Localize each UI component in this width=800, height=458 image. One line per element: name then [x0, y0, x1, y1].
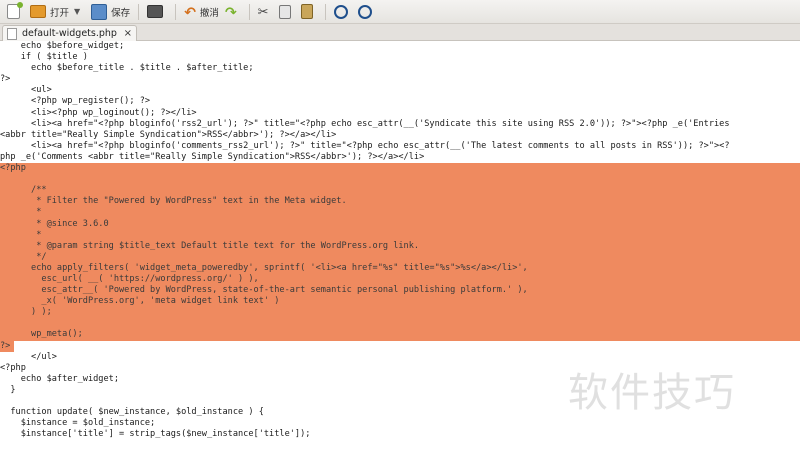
open-label: 打开 [50, 7, 70, 19]
code-line-selected: /** [0, 185, 800, 197]
magnifier-icon [333, 4, 348, 19]
code-line-selected: echo apply_filters( 'widget_meta_powered… [0, 262, 800, 274]
copy-icon [278, 4, 291, 19]
code-line-selected [0, 174, 800, 186]
code-line: echo $after_widget; [0, 373, 119, 384]
code-line: php _e('Comments <abbr title="Really Sim… [0, 151, 425, 162]
printer-icon [147, 5, 164, 18]
code-line-selected: _x( 'WordPress.org', 'meta widget link t… [0, 296, 800, 308]
chevron-down-icon[interactable]: ▼ [74, 7, 80, 16]
scissors-icon: ✂ [257, 4, 269, 20]
file-icon [7, 27, 17, 40]
clipboard-icon [300, 4, 313, 19]
undo-label: 撤消 [199, 7, 219, 19]
code-line-selected: ?> [0, 340, 14, 352]
code-editor[interactable]: echo $before_widget; if ( $title ) echo … [0, 41, 800, 458]
tab-default-widgets[interactable]: default-widgets.php × [2, 25, 137, 41]
code-line: <abbr title="Really Simple Syndication">… [0, 129, 337, 140]
find-replace-icon [357, 4, 372, 19]
save-label: 保存 [111, 7, 131, 19]
folder-icon [30, 5, 46, 18]
copy-button[interactable] [276, 2, 298, 22]
code-line: $instance['title'] = strip_tags($new_ins… [0, 429, 311, 440]
find-replace-button[interactable] [355, 2, 379, 22]
code-line: echo $before_widget; [0, 41, 125, 51]
toolbar-separator [324, 3, 326, 20]
code-line: } [0, 384, 16, 395]
code-line: ?> [0, 74, 11, 85]
code-line-selected: esc_url( __( 'https://wordpress.org/' ) … [0, 273, 800, 286]
code-line-selected: <?php [0, 163, 800, 175]
code-line: <li><a href="<?php bloginfo('rss2_url');… [0, 118, 730, 129]
code-line: <?php wp_register(); ?> [0, 96, 151, 107]
code-line: echo $before_title . $title . $after_tit… [0, 63, 254, 74]
cut-button[interactable]: ✂ [255, 2, 276, 22]
toolbar: 打开 ▼ 保存 ↶ 撤消 ↷ ✂ [0, 0, 800, 24]
code-line-selected: * @since 3.6.0 [0, 218, 800, 230]
print-button[interactable] [144, 2, 170, 22]
toolbar-separator [175, 3, 177, 20]
code-line: $instance = $old_instance; [0, 418, 156, 429]
code-line-selected: * Filter the "Powered by WordPress" text… [0, 196, 800, 208]
document-tab-bar: default-widgets.php × [0, 24, 800, 41]
code-line-selected: * [0, 207, 800, 219]
paste-button[interactable] [298, 2, 320, 22]
code-line-selected [0, 318, 800, 330]
code-line-selected: wp_meta(); [0, 329, 800, 341]
code-line: <li><?php wp_loginout(); ?></li> [0, 107, 197, 118]
save-icon [91, 3, 108, 20]
new-file-button[interactable] [4, 2, 27, 22]
code-line: <ul> [0, 85, 52, 96]
code-line-selected: esc_attr__( 'Powered by WordPress, state… [0, 285, 800, 297]
undo-button[interactable]: ↶ 撤消 [181, 2, 222, 22]
code-line-selected: ) ); [0, 307, 800, 319]
code-line: function update( $new_instance, $old_ins… [0, 407, 264, 418]
code-line: <?php [0, 362, 26, 373]
find-button[interactable] [331, 2, 355, 22]
code-line-selected: * @param string $title_text Default titl… [0, 240, 800, 252]
redo-icon: ↷ [224, 4, 237, 21]
undo-icon: ↶ [184, 4, 196, 21]
tab-title: default-widgets.php [22, 28, 117, 39]
close-icon[interactable]: × [124, 28, 132, 39]
toolbar-separator [248, 3, 250, 20]
code-line: if ( $title ) [0, 52, 88, 63]
code-line: <li><a href="<?php bloginfo('comments_rs… [0, 140, 730, 151]
toolbar-separator [138, 3, 140, 20]
code-line: </ul> [0, 351, 57, 362]
new-file-icon [7, 2, 23, 19]
save-button[interactable]: 保存 [88, 2, 133, 22]
code-line-selected: * [0, 229, 800, 241]
open-button[interactable]: 打开 [27, 2, 72, 22]
redo-button[interactable]: ↷ [222, 2, 244, 22]
code-line-selected: */ [0, 251, 800, 263]
